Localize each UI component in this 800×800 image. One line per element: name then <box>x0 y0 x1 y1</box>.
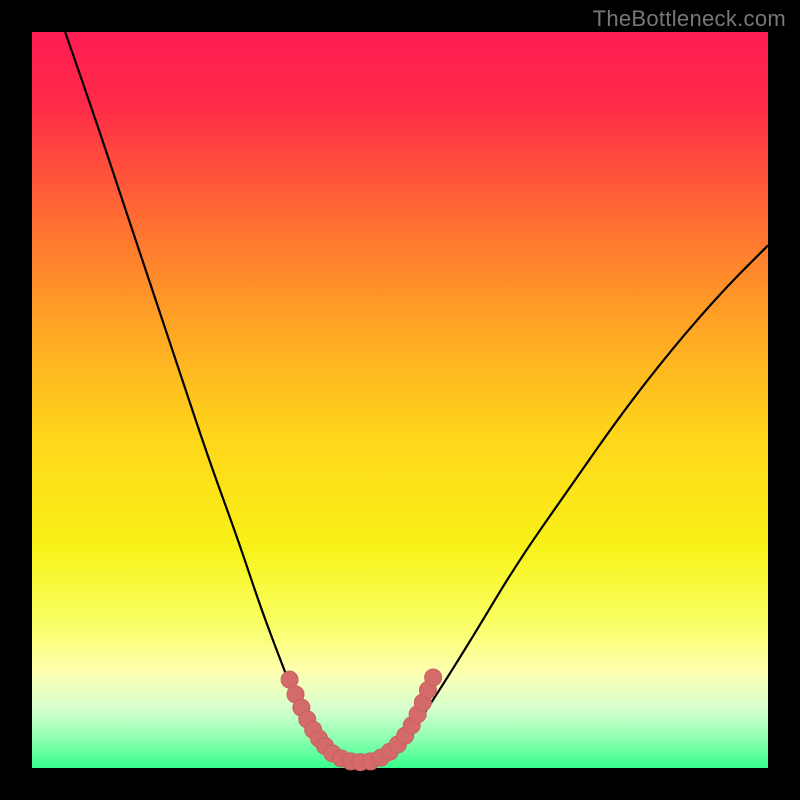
chart-svg <box>0 0 800 800</box>
watermark-text: TheBottleneck.com <box>593 6 786 32</box>
bottleneck-chart: TheBottleneck.com <box>0 0 800 800</box>
marker-dot <box>425 669 442 686</box>
gradient-plot-area <box>32 32 768 768</box>
